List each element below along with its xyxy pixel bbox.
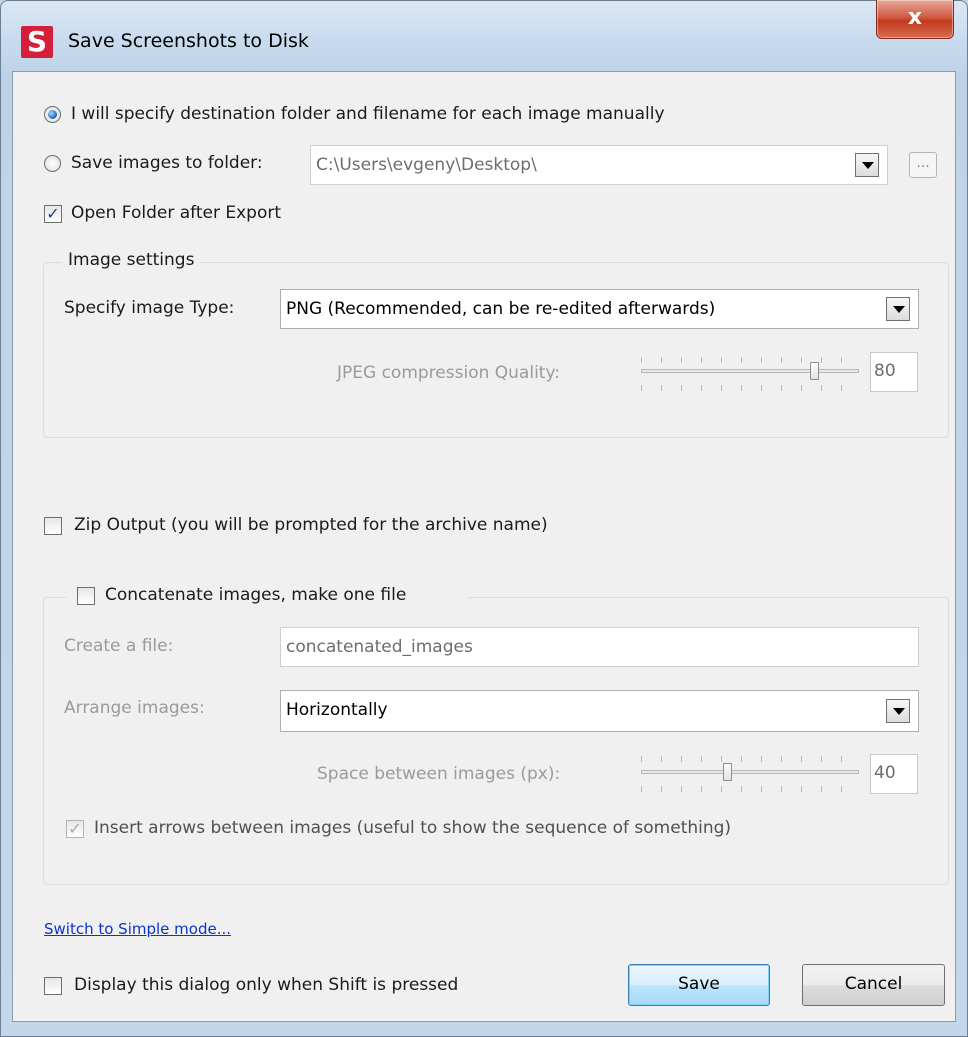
shift-only-checkbox[interactable] [44,977,62,995]
space-between-value[interactable]: 40 [870,754,918,794]
jpeg-quality-value[interactable]: 80 [870,352,918,392]
open-folder-checkbox[interactable]: ✓ [44,205,62,223]
insert-arrows-checkbox[interactable]: ✓ [66,820,84,838]
space-between-slider[interactable] [641,770,859,774]
folder-dropdown-button[interactable] [855,153,879,177]
image-settings-title: Image settings [62,250,201,270]
zip-output-checkbox[interactable] [44,517,62,535]
save-to-folder-label: Save images to folder: [71,153,263,173]
save-to-folder-radio[interactable] [44,155,61,172]
arrange-images-value: Horizontally [286,700,388,720]
space-between-label: Space between images (px): [317,764,561,784]
create-file-label: Create a file: [64,636,174,656]
space-between-ticks-top [641,756,861,762]
jpeg-quality-slider[interactable] [641,369,859,373]
image-type-dropdown-button[interactable] [886,297,910,321]
manual-destination-label: I will specify destination folder and fi… [71,104,665,124]
jpeg-quality-slider-thumb[interactable] [810,362,819,380]
close-button[interactable]: x [876,0,954,39]
space-between-slider-thumb[interactable] [723,763,732,781]
arrange-images-select[interactable]: Horizontally [280,690,919,732]
folder-path-value: C:\Users\evgeny\Desktop\ [316,155,537,175]
image-type-select[interactable]: PNG (Recommended, can be re-edited after… [280,289,919,329]
browse-folder-button[interactable]: ... [909,152,937,178]
create-file-input[interactable]: concatenated_images [280,627,919,667]
app-logo-icon: S [21,26,53,58]
space-between-ticks-bottom [641,786,861,792]
cancel-button[interactable]: Cancel [802,964,945,1006]
folder-path-field[interactable]: C:\Users\evgeny\Desktop\ [310,145,888,185]
image-type-value: PNG (Recommended, can be re-edited after… [286,299,716,319]
shift-only-label: Display this dialog only when Shift is p… [74,975,459,995]
concatenate-checkbox[interactable] [77,587,95,605]
image-type-label: Specify image Type: [64,298,235,318]
save-button[interactable]: Save [628,964,770,1006]
insert-arrows-label: Insert arrows between images (useful to … [94,818,732,838]
jpeg-quality-ticks-bottom [641,385,861,391]
window-title: Save Screenshots to Disk [68,30,309,52]
manual-destination-radio[interactable] [44,106,61,123]
jpeg-quality-label: JPEG compression Quality: [337,363,561,383]
zip-output-label: Zip Output (you will be prompted for the… [74,515,548,535]
open-folder-label: Open Folder after Export [71,203,282,223]
arrange-images-label: Arrange images: [64,698,205,718]
jpeg-quality-ticks-top [641,357,861,363]
create-file-value: concatenated_images [286,637,473,657]
concatenate-label: Concatenate images, make one file [105,585,407,605]
arrange-images-dropdown-button[interactable] [886,699,910,723]
switch-simple-mode-link[interactable]: Switch to Simple mode... [44,920,231,938]
